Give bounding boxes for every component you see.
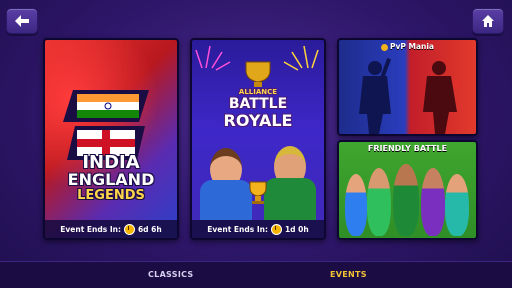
card-title-line1: ALLIANCE	[238, 88, 278, 96]
event-ends-label: Event Ends In:	[207, 224, 268, 234]
player-silhouettes	[359, 58, 461, 134]
trophy-icon	[245, 61, 271, 87]
player-right	[264, 146, 316, 220]
card-title: FRIENDLY BATTLE	[367, 144, 448, 153]
card-title-line3: LEGENDS	[77, 188, 145, 203]
card-title-line3: ROYALE	[223, 111, 293, 130]
back-arrow-icon	[15, 15, 29, 27]
card-title: PvP Mania	[390, 42, 434, 51]
tab-events[interactable]: EVENTS	[330, 270, 367, 279]
home-button[interactable]	[472, 8, 504, 34]
event-ends-label: Event Ends In:	[60, 224, 121, 234]
pvp-icon	[381, 43, 388, 51]
clock-icon	[270, 223, 282, 235]
card-title-line2: ENGLAND	[67, 170, 155, 189]
card-title-line2: BATTLE	[228, 96, 288, 112]
event-timer-banner: Event Ends In: 1d 0h	[192, 220, 324, 238]
tab-classics[interactable]: CLASSICS	[148, 270, 193, 279]
india-england-legends-card[interactable]: INDIA ENGLAND LEGENDS Event Ends In: 6d …	[43, 38, 179, 240]
players-group	[345, 164, 470, 236]
battle-royale-card[interactable]: ALLIANCE BATTLE ROYALE Event Ends In: 1d…	[190, 38, 326, 240]
trophy-cup-icon	[249, 181, 267, 204]
pvp-mania-card[interactable]: PvP Mania	[337, 38, 478, 136]
event-countdown: 6d 6h	[137, 224, 162, 234]
bottom-tab-bar: CLASSICS EVENTS	[0, 261, 512, 288]
event-timer-banner: Event Ends In: 6d 6h	[45, 220, 177, 238]
friendly-battle-card[interactable]: FRIENDLY BATTLE	[337, 140, 478, 240]
event-countdown: 1d 0h	[284, 224, 309, 234]
back-button[interactable]	[6, 8, 38, 34]
clock-icon	[123, 223, 135, 235]
home-icon	[482, 15, 494, 27]
player-left	[200, 148, 252, 220]
card-title-row: PvP Mania	[339, 42, 476, 51]
